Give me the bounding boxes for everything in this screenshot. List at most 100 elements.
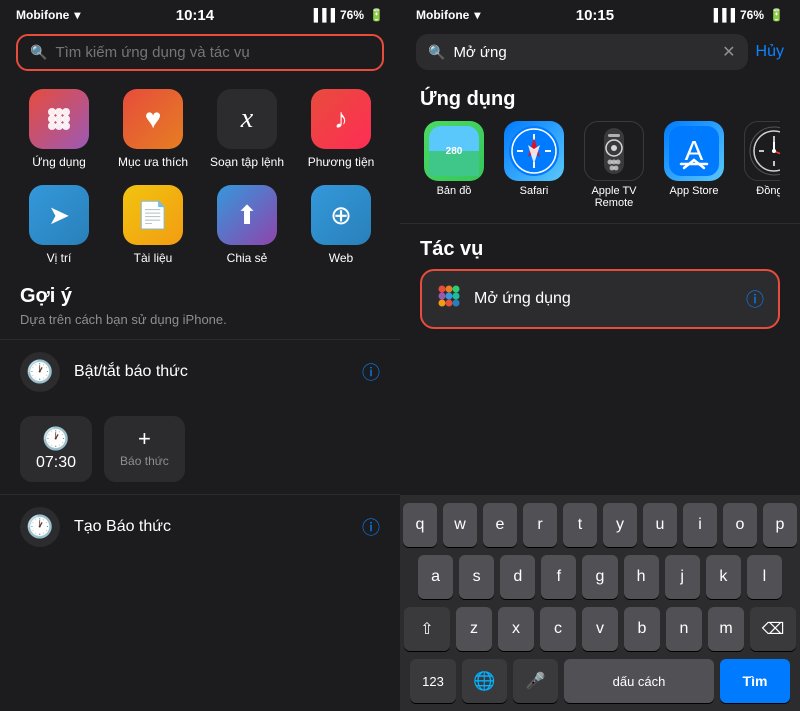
shortcut-location[interactable]: ➤ Vị trí: [20, 185, 98, 265]
key-m[interactable]: m: [708, 607, 744, 651]
status-left-right: Mobifone ▾: [416, 8, 480, 22]
shortcut-grid: Ứng dụng ♥ Mục ưa thích x Soạn tập lệnh …: [0, 81, 400, 281]
key-z[interactable]: z: [456, 607, 492, 651]
create-alarm-label: Tạo Báo thức: [74, 518, 348, 536]
app-clock[interactable]: Đồng...: [740, 121, 780, 209]
keyboard: q w e r t y u i o p a s d f g h j k l ⇧ …: [400, 495, 800, 711]
key-g[interactable]: g: [582, 555, 617, 599]
key-v[interactable]: v: [582, 607, 618, 651]
safari-label: Safari: [520, 185, 549, 197]
key-u[interactable]: u: [643, 503, 677, 547]
app-store[interactable]: A App Store: [660, 121, 728, 209]
keyboard-row-2: a s d f g h j k l: [404, 555, 796, 599]
key-space[interactable]: dấu cách: [564, 659, 714, 703]
shortcut-documents-label: Tài liệu: [134, 251, 173, 265]
shortcut-media[interactable]: ♪ Phương tiện: [302, 89, 380, 169]
task-open-app-info[interactable]: ⓘ: [746, 286, 764, 312]
shortcut-web[interactable]: ⊕ Web: [302, 185, 380, 265]
search-bar-left[interactable]: 🔍: [16, 34, 384, 71]
add-alarm-icon: +: [138, 426, 151, 452]
suggestion-alarm-toggle[interactable]: 🕐 Bật/tắt báo thức ⓘ: [0, 339, 400, 404]
create-alarm-info[interactable]: ⓘ: [362, 514, 380, 540]
key-globe[interactable]: 🌐: [462, 659, 507, 703]
shortcut-shortcuts[interactable]: x Soạn tập lệnh: [208, 89, 286, 169]
wifi-icon: ▾: [74, 8, 80, 22]
wifi-icon-right: ▾: [474, 8, 480, 22]
key-l[interactable]: l: [747, 555, 782, 599]
task-open-app-label: Mở ứng dụng: [474, 290, 734, 308]
location-icon: ➤: [29, 185, 89, 245]
key-k[interactable]: k: [706, 555, 741, 599]
search-input-left[interactable]: [55, 44, 370, 61]
key-a[interactable]: a: [418, 555, 453, 599]
right-search-bar-container: 🔍 ✕ Hủy: [400, 28, 800, 80]
app-safari[interactable]: Safari: [500, 121, 568, 209]
search-icon-right: 🔍: [428, 44, 445, 61]
share-icon: ⬆: [217, 185, 277, 245]
search-input-right[interactable]: [453, 44, 714, 61]
key-search[interactable]: Tìm: [720, 659, 790, 703]
web-icon: ⊕: [311, 185, 371, 245]
cancel-search-button[interactable]: Hủy: [756, 43, 784, 61]
key-y[interactable]: y: [603, 503, 637, 547]
shortcut-apps[interactable]: Ứng dụng: [20, 89, 98, 169]
key-n[interactable]: n: [666, 607, 702, 651]
key-i[interactable]: i: [683, 503, 717, 547]
alarm-chip-time[interactable]: 🕐 07:30: [20, 416, 92, 482]
key-h[interactable]: h: [624, 555, 659, 599]
right-panel: Mobifone ▾ 10:15 ▐▐▐ 76% 🔋 🔍 ✕ Hủy Ứng d…: [400, 0, 800, 711]
alarm-toggle-label: Bật/tắt báo thức: [74, 363, 348, 381]
key-x[interactable]: x: [498, 607, 534, 651]
status-left: Mobifone ▾: [16, 8, 80, 22]
key-delete[interactable]: ⌫: [750, 607, 796, 651]
key-b[interactable]: b: [624, 607, 660, 651]
task-open-app[interactable]: Mở ứng dụng ⓘ: [420, 269, 780, 329]
right-search-bar[interactable]: 🔍 ✕: [416, 34, 748, 70]
suggestion-create-alarm[interactable]: 🕐 Tạo Báo thức ⓘ: [0, 494, 400, 559]
time-right: 10:15: [576, 7, 614, 24]
key-r[interactable]: r: [523, 503, 557, 547]
key-numbers[interactable]: 123: [410, 659, 456, 703]
appstore-label: App Store: [670, 185, 719, 197]
key-f[interactable]: f: [541, 555, 576, 599]
app-icons-row: 280 Bản đồ: [420, 121, 780, 209]
alarm-toggle-info[interactable]: ⓘ: [362, 359, 380, 385]
suggestions-subtitle: Dựa trên cách bạn sử dụng iPhone.: [0, 310, 400, 339]
shortcut-favorites-label: Mục ưa thích: [118, 155, 188, 169]
status-right-right: ▐▐▐ 76% 🔋: [709, 8, 784, 22]
shortcut-documents[interactable]: 📄 Tài liệu: [114, 185, 192, 265]
key-t[interactable]: t: [563, 503, 597, 547]
carrier-left: Mobifone: [16, 8, 69, 22]
search-icon-left: 🔍: [30, 44, 47, 61]
key-s[interactable]: s: [459, 555, 494, 599]
clear-search-button[interactable]: ✕: [722, 42, 735, 62]
shortcut-share-label: Chia sẻ: [227, 251, 268, 265]
key-j[interactable]: j: [665, 555, 700, 599]
key-o[interactable]: o: [723, 503, 757, 547]
key-d[interactable]: d: [500, 555, 535, 599]
appstore-app-icon: A: [664, 121, 724, 181]
signal-icon-right: ▐▐▐: [709, 8, 735, 22]
key-microphone[interactable]: 🎤: [513, 659, 558, 703]
shortcut-favorites[interactable]: ♥ Mục ưa thích: [114, 89, 192, 169]
time-left: 10:14: [176, 7, 214, 24]
app-maps[interactable]: 280 Bản đồ: [420, 121, 488, 209]
tasks-section: Tác vụ Mở ứng dụng ⓘ: [400, 234, 800, 333]
shortcut-share[interactable]: ⬆ Chia sẻ: [208, 185, 286, 265]
app-tv-remote[interactable]: Apple TV Remote: [580, 121, 648, 209]
alarm-chip-add[interactable]: + Báo thức: [104, 416, 185, 482]
key-e[interactable]: e: [483, 503, 517, 547]
search-bar-container-left: 🔍: [0, 28, 400, 81]
documents-icon: 📄: [123, 185, 183, 245]
key-p[interactable]: p: [763, 503, 797, 547]
status-bar-left: Mobifone ▾ 10:14 ▐▐▐ 76% 🔋: [0, 0, 400, 28]
key-c[interactable]: c: [540, 607, 576, 651]
status-bar-right: Mobifone ▾ 10:15 ▐▐▐ 76% 🔋: [400, 0, 800, 28]
task-apps-icon: [436, 283, 462, 315]
key-w[interactable]: w: [443, 503, 477, 547]
key-shift[interactable]: ⇧: [404, 607, 450, 651]
maps-app-icon: 280: [424, 121, 484, 181]
key-q[interactable]: q: [403, 503, 437, 547]
alarm-chip-add-label: Báo thức: [120, 454, 169, 468]
keyboard-row-4: 123 🌐 🎤 dấu cách Tìm: [404, 659, 796, 707]
